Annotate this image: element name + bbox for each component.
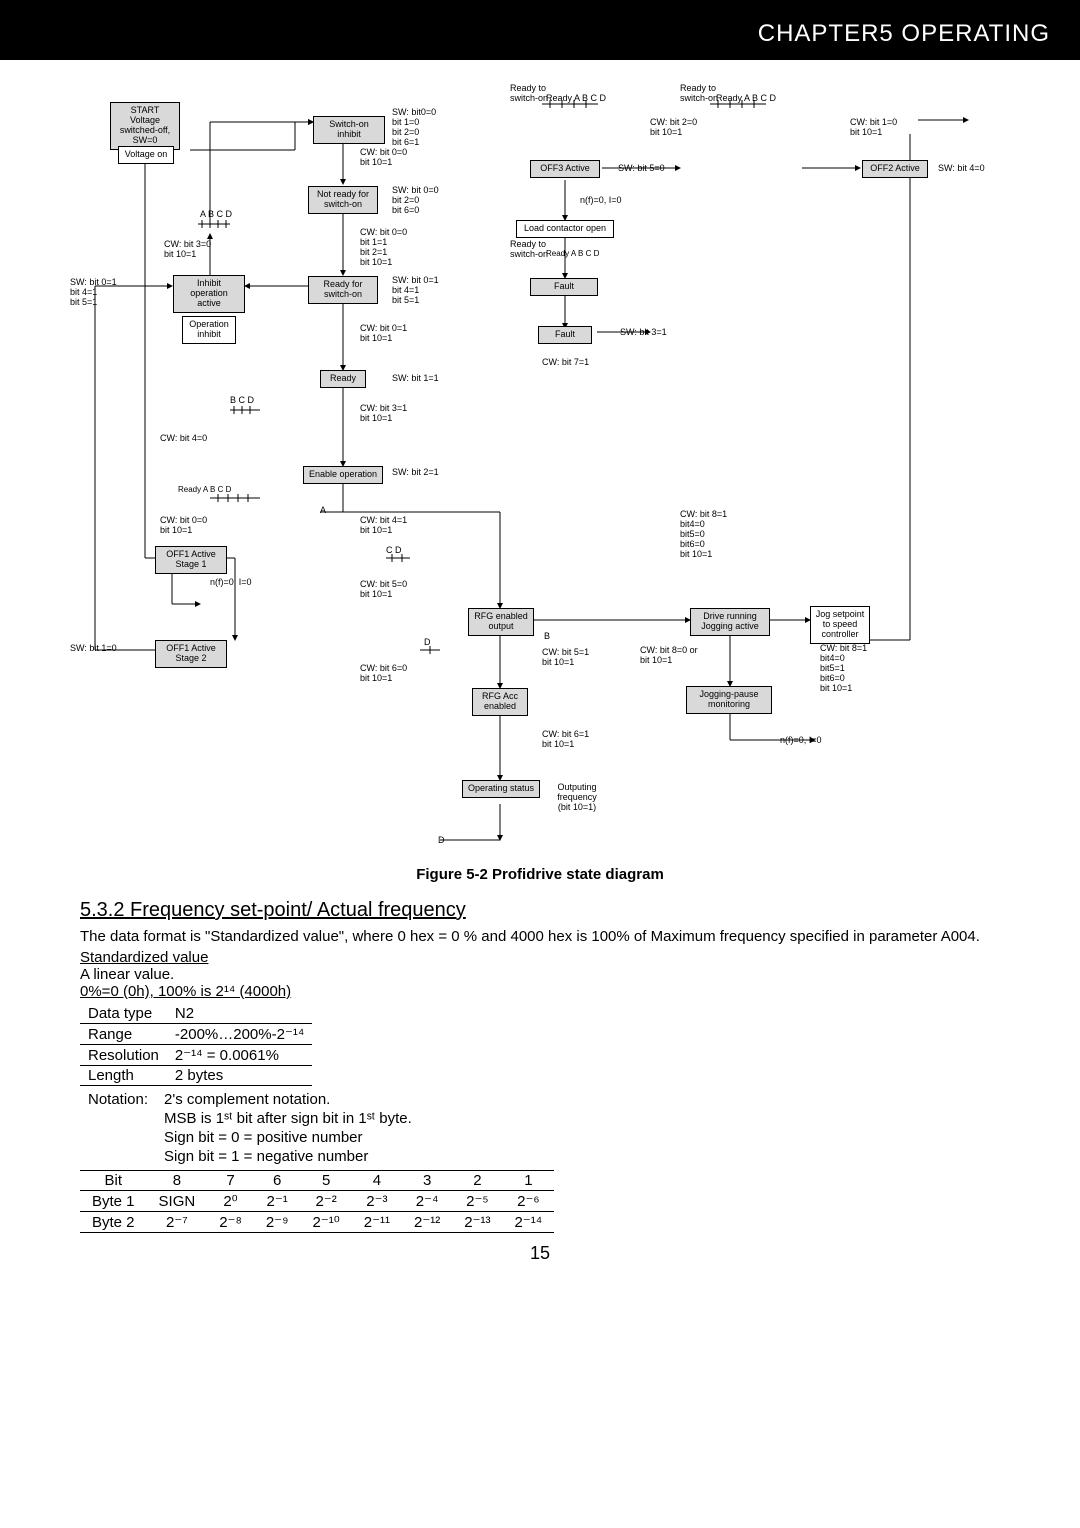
lbl-sw11: SW: bit 1=1	[392, 374, 439, 384]
lbl-ready-abcd4: Ready A B C D	[546, 250, 599, 259]
scale-line: 0%=0 (0h), 100% is 2¹⁴ (4000h)	[80, 983, 1000, 1000]
lbl-abcd-1: A B C D	[200, 210, 232, 220]
lbl-ready-abcd3: Ready A B C D	[178, 486, 231, 495]
res-label: Resolution	[80, 1045, 167, 1066]
node-not-ready: Not ready forswitch-on	[308, 186, 378, 214]
body-paragraph: The data format is "Standardized value",…	[80, 928, 1000, 945]
lbl-ready-switch-on3: Ready toswitch-on	[510, 240, 548, 260]
lbl-a: A	[320, 506, 326, 516]
lbl-cw80-101: CW: bit 8=0 orbit 10=1	[640, 646, 698, 666]
lbl-cw20-101: CW: bit 2=0bit 10=1	[650, 118, 697, 138]
node-off2: OFF2 Active	[862, 160, 928, 178]
len-label: Length	[80, 1066, 167, 1086]
byte2-row: Byte 2 2⁻⁷ 2⁻⁸ 2⁻⁹ 2⁻¹⁰ 2⁻¹¹ 2⁻¹² 2⁻¹³ 2…	[80, 1212, 554, 1233]
dt-val: N2	[167, 1004, 312, 1024]
node-ready-for-switch-on: Ready forswitch-on	[308, 276, 378, 304]
node-jog-pause: Jogging-pausemonitoring	[686, 686, 772, 714]
node-enable-op: Enable operation	[303, 466, 383, 484]
lbl-cw50-101: CW: bit 5=0bit 10=1	[360, 580, 407, 600]
not4: Sign bit = 1 = negative number	[156, 1147, 420, 1166]
range-label: Range	[80, 1024, 167, 1045]
lbl-d1: D	[424, 638, 431, 648]
linear-note: A linear value.	[80, 966, 1000, 983]
lbl-sw00-20-60: SW: bit 0=0bit 2=0bit 6=0	[392, 186, 439, 216]
node-fault: Fault	[538, 326, 592, 344]
lbl-cw01-101: CW: bit 0=1bit 10=1	[360, 324, 407, 344]
node-switch-on-inhibit: Switch-on inhibit	[313, 116, 385, 144]
section-heading: Frequency set-point/ Actual frequency	[130, 899, 466, 921]
node-ready: Ready	[320, 370, 366, 388]
bits-table: Bit 8 7 6 5 4 3 2 1 Byte 1 SIGN 2⁰ 2⁻¹ 2…	[80, 1170, 554, 1233]
state-diagram: STARTVoltageswitched-off,SW=0 Voltage on…	[60, 80, 1020, 860]
spec-table: Data typeN2 Range-200%…200%-2⁻¹⁴ Resolut…	[80, 1004, 312, 1086]
node-inhibit-op-active: Inhibit operationactive	[173, 275, 245, 313]
byte1-row: Byte 1 SIGN 2⁰ 2⁻¹ 2⁻² 2⁻³ 2⁻⁴ 2⁻⁵ 2⁻⁶	[80, 1191, 554, 1212]
lbl-cw61-101: CW: bit 6=1bit 10=1	[542, 730, 589, 750]
not-label: Notation:	[80, 1090, 156, 1109]
page-number: 15	[0, 1243, 1080, 1264]
node-rfg-acc: RFG Accenabled	[472, 688, 528, 716]
lbl-cd: C D	[386, 546, 402, 556]
lbl-cw60-101: CW: bit 6=0bit 10=1	[360, 664, 407, 684]
section-title: 5.3.2 Frequency set-point/ Actual freque…	[80, 899, 1000, 922]
node-drive-running: Drive runningJogging active	[690, 608, 770, 636]
not1: 2's complement notation.	[156, 1090, 420, 1109]
dt-label: Data type	[80, 1004, 167, 1024]
section-number: 5.3.2	[80, 899, 124, 921]
lbl-sw-b31: SW: bit 3=1	[620, 328, 667, 338]
lbl-bcd: B C D	[230, 396, 254, 406]
lbl-cw81-block: CW: bit 8=1bit4=0bit5=0bit6=0bit 10=1	[680, 510, 727, 559]
lbl-sw01-41-51: SW: bit 0=1bit 4=1bit 5=1	[392, 276, 439, 306]
lbl-cw51-101: CW: bit 5=1bit 10=1	[542, 648, 589, 668]
lbl-nf0-c: n(f)=0, I=0	[210, 578, 252, 588]
range-val: -200%…200%-2⁻¹⁴	[167, 1024, 312, 1045]
node-op-status: Operating status	[462, 780, 540, 798]
lbl-d2: D	[438, 836, 445, 846]
not2: MSB is 1ˢᵗ bit after sign bit in 1ˢᵗ byt…	[156, 1109, 420, 1128]
lbl-cw31-101: CW: bit 3=1bit 10=1	[360, 404, 407, 424]
lbl-cw00-101b: CW: bit 0=0bit 10=1	[160, 516, 207, 536]
lbl-sw01-4151: SW: bit 0=1bit 4=1bit 5=1	[70, 278, 117, 308]
len-val: 2 bytes	[167, 1066, 312, 1086]
lbl-sw-b10: SW: bit 1=0	[70, 644, 117, 654]
lbl-sw-b40: SW: bit 4=0	[938, 164, 985, 174]
node-voltage-on: Voltage on	[118, 146, 174, 164]
lbl-ready-switch-on2: Ready toswitch-on	[680, 84, 718, 104]
lbl-nf0-b: n(f)=0, I=0	[780, 736, 822, 746]
lbl-sw-bits1: SW: bit0=0bit 1=0bit 2=0bit 6=1	[392, 108, 436, 148]
node-load-contactor: Load contactor open	[516, 220, 614, 238]
lbl-b: B	[544, 632, 550, 642]
lbl-ready-abcd1: Ready A B C D	[546, 94, 606, 104]
lbl-cw00-101: CW: bit 0=0bit 10=1	[360, 148, 407, 168]
res-val: 2⁻¹⁴ = 0.0061%	[167, 1045, 312, 1066]
figure-caption: Figure 5-2 Profidrive state diagram	[0, 866, 1080, 883]
bits-header-row: Bit 8 7 6 5 4 3 2 1	[80, 1171, 554, 1191]
node-rfg-out: RFG enabledoutput	[468, 608, 534, 636]
lbl-ready-switch-on1: Ready toswitch-on	[510, 84, 548, 104]
lbl-nf0-a: n(f)=0, I=0	[580, 196, 622, 206]
lbl-cw71: CW: bit 7=1	[542, 358, 589, 368]
lbl-sw-b50: SW: bit 5=0	[618, 164, 665, 174]
node-start: STARTVoltageswitched-off,SW=0	[110, 102, 180, 150]
lbl-cw30-101: CW: bit 3=0bit 10=1	[164, 240, 211, 260]
lbl-cw10-101: CW: bit 1=0bit 10=1	[850, 118, 897, 138]
lbl-sw21: SW: bit 2=1	[392, 468, 439, 478]
lbl-cw40: CW: bit 4=0	[160, 434, 207, 444]
chapter-header: CHAPTER5 OPERATING	[0, 0, 1080, 60]
std-heading: Standardized value	[80, 949, 1000, 966]
node-fault-big: Fault	[530, 278, 598, 296]
not3: Sign bit = 0 = positive number	[156, 1128, 420, 1147]
node-off3: OFF3 Active	[530, 160, 600, 178]
node-jog-setpoint: Jog setpointto speedcontroller	[810, 606, 870, 644]
node-off1-s1: OFF1 ActiveStage 1	[155, 546, 227, 574]
notation-block: Notation: 2's complement notation. MSB i…	[80, 1090, 420, 1166]
lbl-cw41-101: CW: bit 4=1bit 10=1	[360, 516, 407, 536]
node-off1-s2: OFF1 ActiveStage 2	[155, 640, 227, 668]
node-outputting: Outputingfrequency(bit 10=1)	[550, 780, 604, 816]
diagram-lines	[60, 80, 1020, 860]
lbl-cw00-b11-b21-101: CW: bit 0=0bit 1=1bit 2=1bit 10=1	[360, 228, 407, 268]
lbl-cw81-block2: CW: bit 8=1bit4=0bit5=1bit6=0bit 10=1	[820, 644, 867, 693]
lbl-ready-abcd2: Ready A B C D	[716, 94, 776, 104]
node-op-inhibit-label: Operationinhibit	[182, 316, 236, 344]
